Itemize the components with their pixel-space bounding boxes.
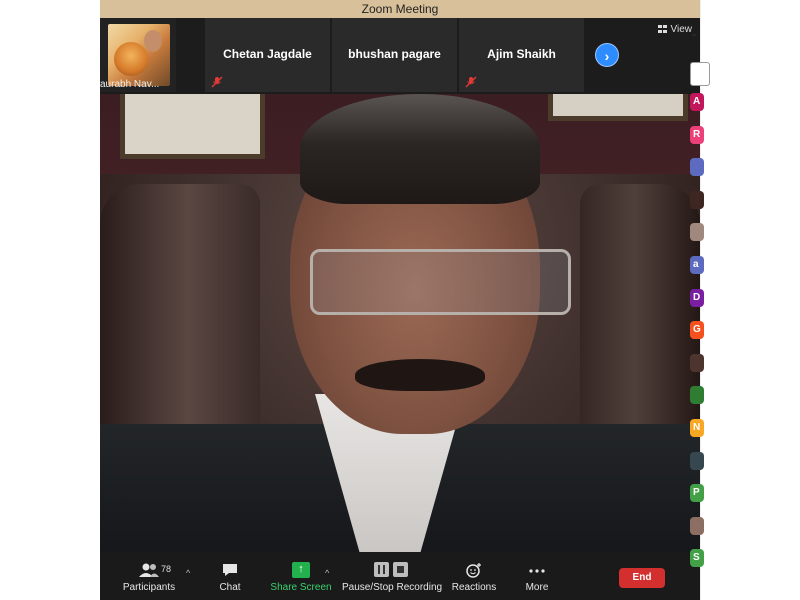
participant-avatar[interactable]: [690, 190, 704, 209]
more-label: More: [525, 582, 549, 593]
participant-tile-ajim[interactable]: Ajim Shaikh: [459, 18, 584, 92]
participant-avatar[interactable]: S: [690, 549, 704, 568]
participant-avatar[interactable]: [690, 353, 704, 372]
active-speaker-video: [100, 94, 700, 552]
mic-muted-icon: [211, 76, 223, 88]
zoom-window: Zoom Meeting aurabh Nav... Chetan Jagdal…: [100, 0, 700, 600]
dog-image: [114, 42, 148, 76]
participant-avatar[interactable]: G: [690, 321, 704, 340]
participant-avatar[interactable]: R: [690, 125, 704, 144]
reactions-label: Reactions: [451, 582, 497, 593]
participant-avatar[interactable]: [690, 158, 704, 177]
participant-name: Chetan Jagdale: [223, 47, 312, 61]
participants-icon: [139, 563, 159, 577]
participants-caret-icon[interactable]: ^: [186, 568, 190, 578]
mustache: [355, 359, 485, 391]
reactions-icon: [466, 563, 481, 578]
more-dots-icon: [529, 569, 545, 573]
wall-frame: [548, 94, 688, 121]
participants-panel-edge: [700, 0, 800, 600]
recording-label: Pause/Stop Recording: [342, 582, 443, 593]
participants-label: Participants: [122, 582, 176, 593]
participants-button[interactable]: Participants: [118, 552, 180, 600]
reactions-button[interactable]: Reactions: [450, 552, 498, 600]
share-screen-label: Share Screen: [270, 582, 332, 593]
wall-frame: [120, 94, 265, 159]
participant-thumbnail-strip: aurabh Nav... Chetan Jagdale bhushan pag…: [100, 18, 700, 94]
chat-button[interactable]: Chat: [210, 552, 250, 600]
view-button[interactable]: View: [657, 24, 693, 35]
window-title: Zoom Meeting: [100, 0, 700, 18]
participant-name: bhushan pagare: [348, 47, 441, 61]
participant-tile-chetan[interactable]: Chetan Jagdale: [205, 18, 330, 92]
participant-avatar[interactable]: [690, 386, 704, 405]
participant-avatar[interactable]: [690, 451, 704, 470]
participant-avatar[interactable]: A: [690, 93, 704, 111]
more-button[interactable]: More: [518, 552, 556, 600]
participant-avatar[interactable]: [690, 223, 704, 242]
view-label: View: [670, 24, 693, 35]
person-image: [144, 30, 162, 52]
self-video-tile[interactable]: aurabh Nav...: [100, 18, 176, 92]
chat-label: Chat: [219, 582, 241, 593]
mic-muted-icon: [465, 76, 477, 88]
participant-avatar[interactable]: N: [690, 419, 704, 437]
end-meeting-button[interactable]: End: [619, 568, 665, 588]
speaker-hair: [300, 94, 540, 204]
participants-count: 78: [161, 564, 172, 574]
participant-avatar[interactable]: [690, 516, 704, 535]
share-screen-button[interactable]: ↑ Share Screen: [270, 552, 332, 600]
chat-icon: [223, 564, 237, 576]
pause-stop-icon: [374, 562, 408, 577]
pause-stop-recording-button[interactable]: Pause/Stop Recording: [342, 552, 443, 600]
share-caret-icon[interactable]: ^: [325, 568, 329, 578]
eyeglasses: [310, 249, 571, 315]
participant-tile-bhushan[interactable]: bhushan pagare: [332, 18, 457, 92]
meeting-controls-toolbar: Participants 78 ^ Chat ↑ Share Screen ^ …: [100, 552, 700, 600]
share-screen-icon: ↑: [292, 562, 310, 578]
gallery-grid-icon: [657, 25, 667, 33]
participant-avatar[interactable]: a: [690, 256, 704, 274]
panel-collapse-chevron-icon[interactable]: ⌄: [690, 28, 698, 39]
participant-avatar[interactable]: P: [690, 484, 704, 503]
self-name-label: aurabh Nav...: [100, 79, 160, 90]
next-page-arrow-icon[interactable]: ›: [595, 43, 619, 67]
participant-avatar[interactable]: D: [690, 288, 704, 307]
participant-search-input[interactable]: [690, 62, 710, 86]
participant-name: Ajim Shaikh: [487, 47, 556, 61]
self-video-thumbnail: [108, 24, 170, 86]
